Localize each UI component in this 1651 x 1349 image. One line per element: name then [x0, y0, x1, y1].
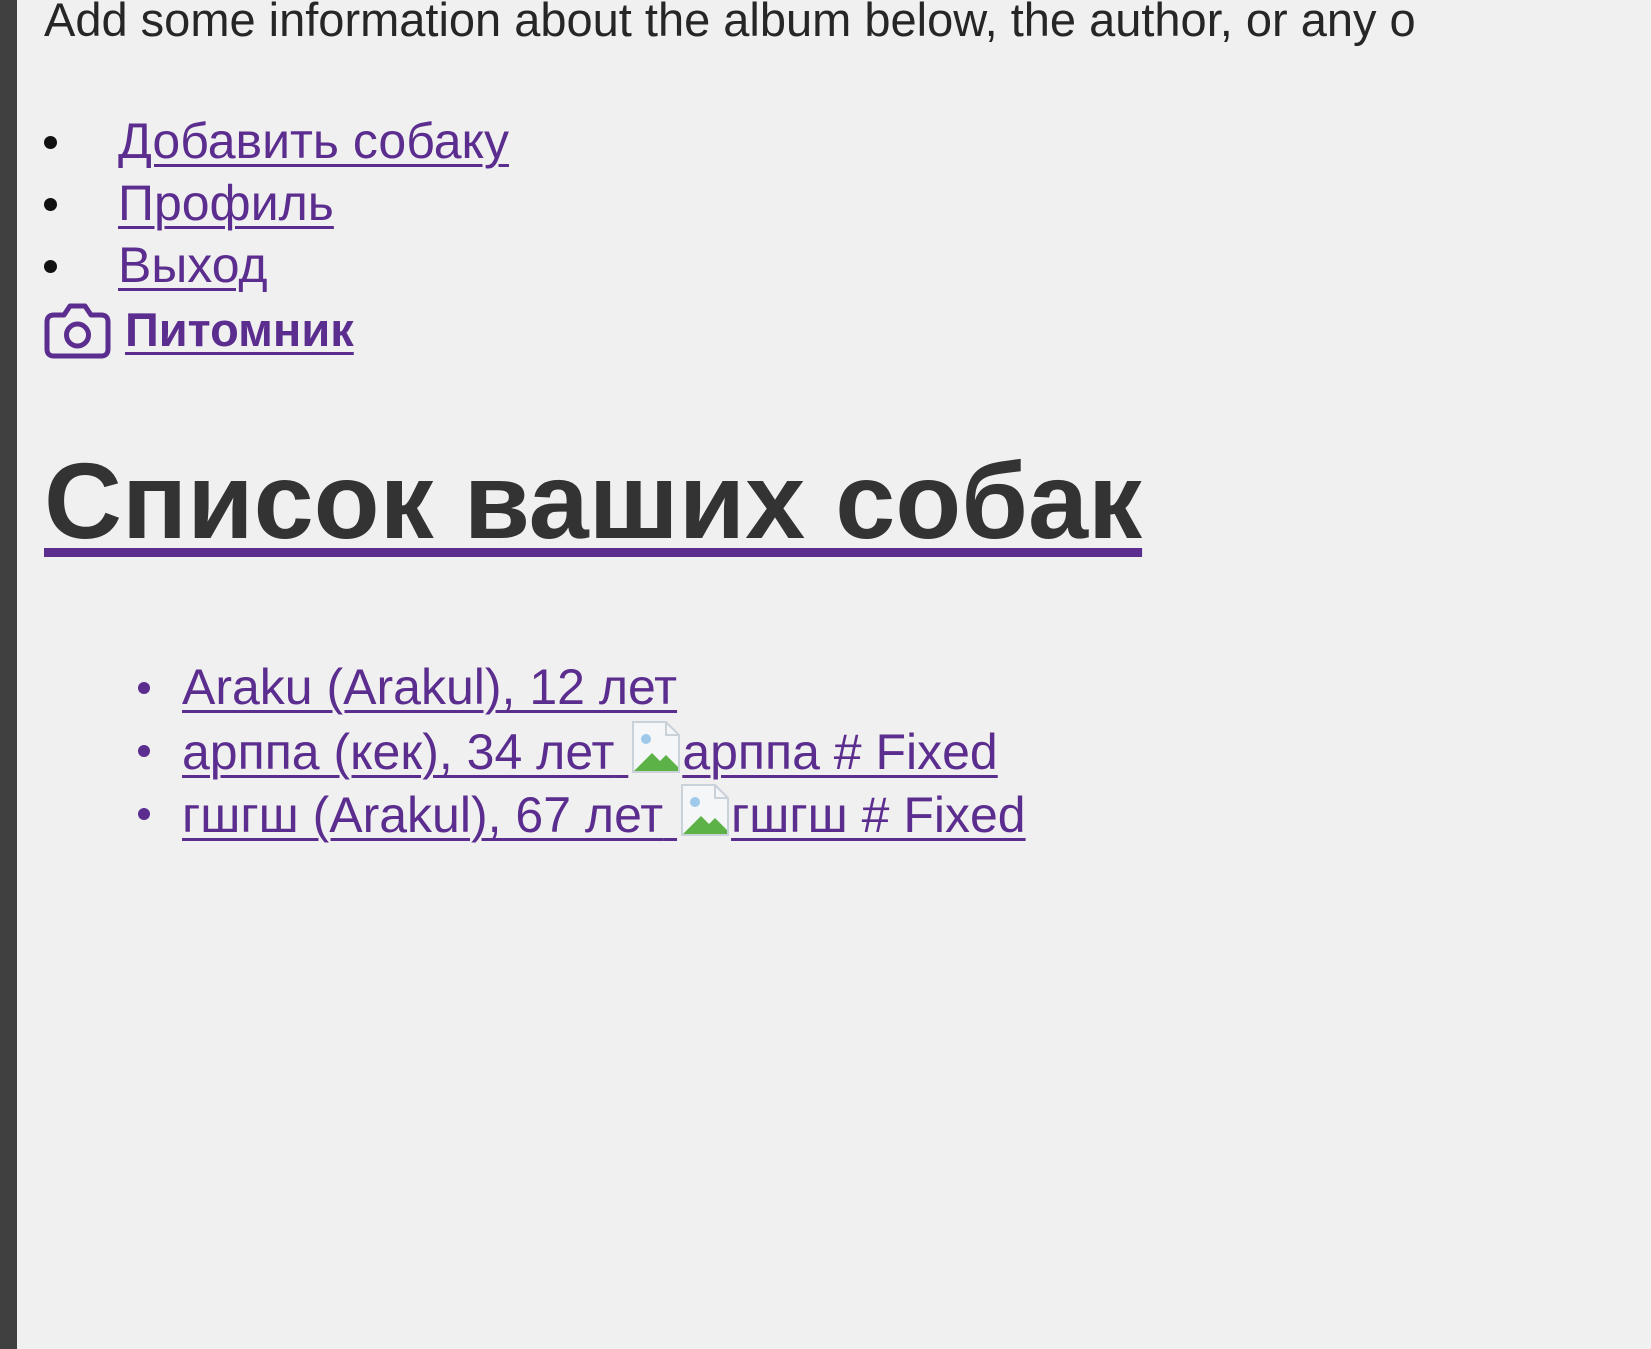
- logout-link[interactable]: Выход: [118, 234, 268, 296]
- image-alt-text: арппа # Fixed: [682, 724, 998, 780]
- list-bullet: [44, 198, 57, 211]
- list-bullet: [138, 745, 150, 757]
- dog-link[interactable]: гшгш (Arakul), 67 лет гшгш # Fixed: [182, 782, 1026, 847]
- brand-link[interactable]: Питомник: [44, 301, 354, 359]
- dog-link[interactable]: Araku (Arakul), 12 лет: [182, 656, 677, 719]
- list-bullet: [44, 260, 57, 273]
- profile-link[interactable]: Профиль: [118, 172, 334, 234]
- broken-image-icon: [679, 782, 731, 838]
- broken-image-icon: [630, 719, 682, 775]
- image-alt-text: гшгш # Fixed: [731, 787, 1026, 843]
- list-bullet: [138, 682, 150, 694]
- dog-link-text: Araku (Arakul), 12 лет: [182, 659, 678, 715]
- album-intro-text: Add some information about the album bel…: [44, 0, 1416, 46]
- dog-link-text: гшгш (Arakul), 67 лет: [182, 787, 664, 843]
- dog-link[interactable]: арппа (кек), 34 лет арппа # Fixed: [182, 719, 998, 784]
- list-bullet: [44, 136, 57, 149]
- camera-icon: [44, 301, 111, 359]
- list-bullet: [138, 808, 150, 820]
- page-title: Список ваших собак: [44, 440, 1143, 561]
- brand-label: Питомник: [125, 303, 354, 356]
- dog-link-text: арппа (кек), 34 лет: [182, 724, 615, 780]
- window-left-border: [0, 0, 17, 1349]
- add-dog-link[interactable]: Добавить собаку: [118, 110, 509, 172]
